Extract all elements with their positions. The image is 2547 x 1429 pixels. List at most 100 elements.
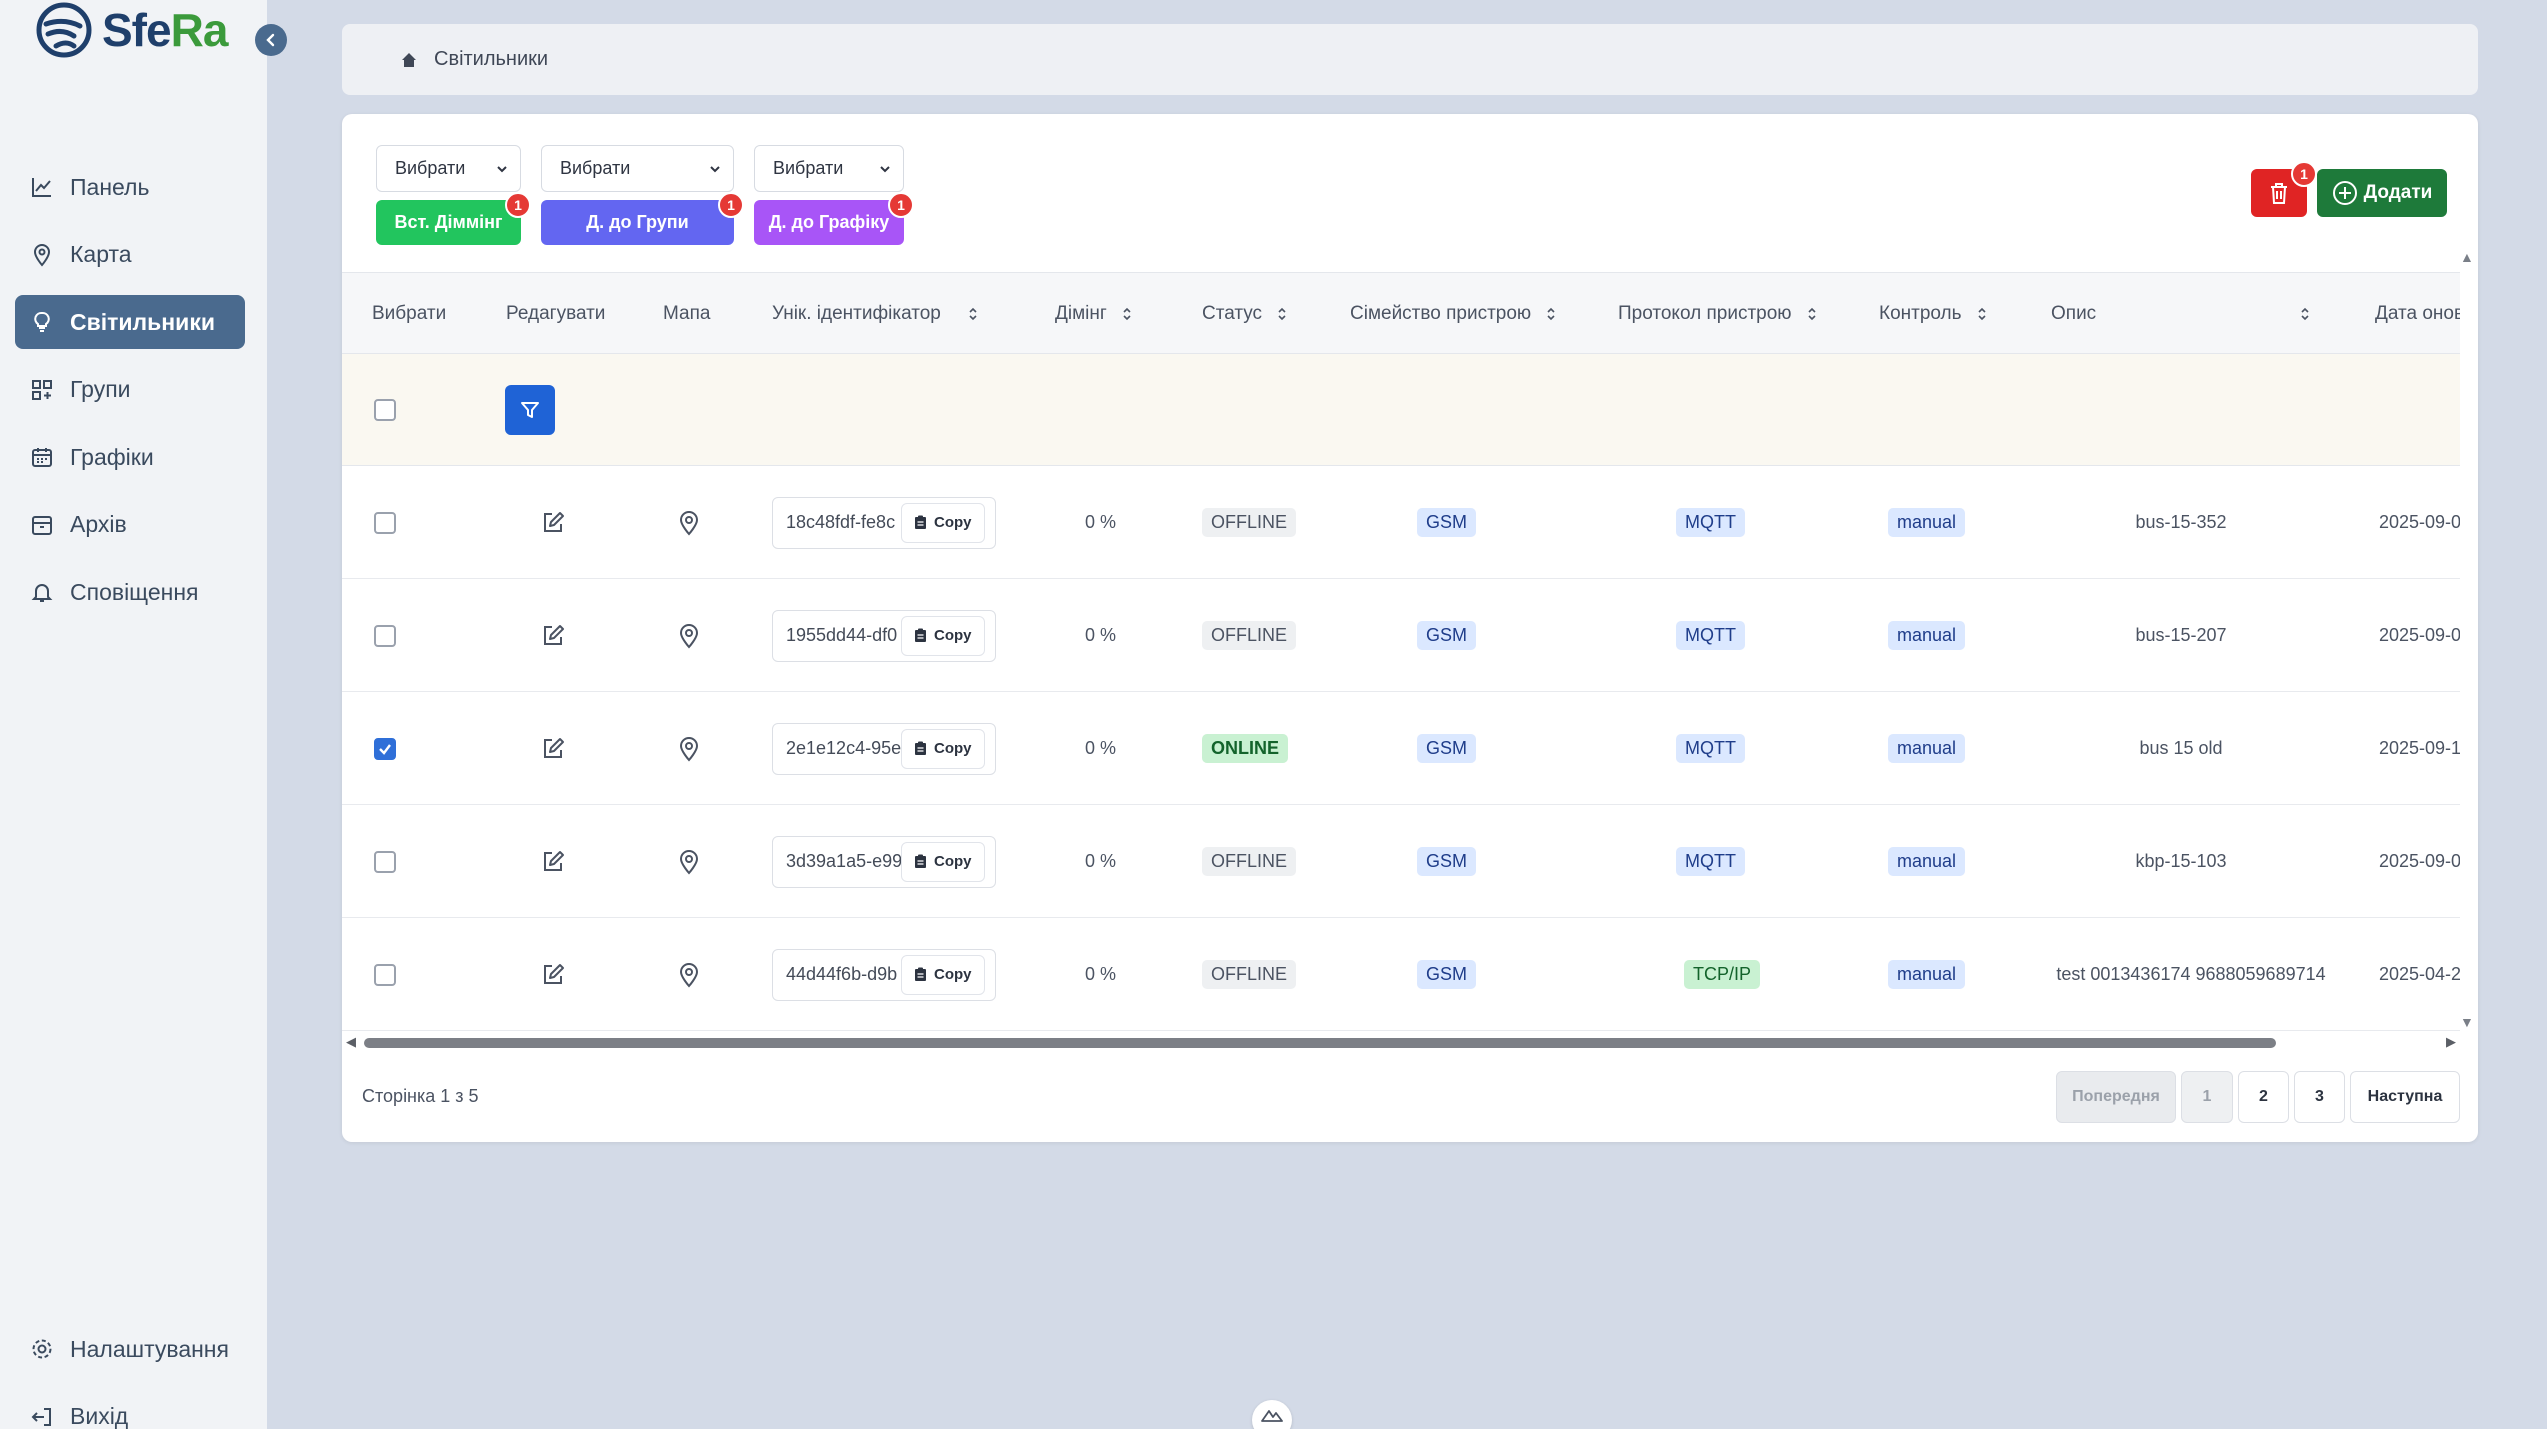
sort-icon[interactable] [2299, 306, 2311, 322]
uid-cell: 3d39a1a5-e99 Copy [772, 805, 996, 918]
copy-button[interactable]: Copy [901, 615, 985, 656]
map-pin-icon[interactable] [676, 961, 702, 989]
brand-logo-icon [36, 2, 92, 58]
next-page-button[interactable]: Наступна [2350, 1071, 2460, 1123]
add-to-schedule-label: Д. до Графіку [768, 212, 890, 232]
copy-label: Copy [934, 853, 972, 870]
row-checkbox[interactable] [374, 737, 396, 760]
header-label: Редагувати [506, 303, 606, 324]
sort-icon[interactable] [1545, 306, 1557, 322]
copy-button[interactable]: Copy [901, 954, 985, 995]
sidebar-item-panel[interactable]: Панель [15, 160, 245, 214]
sort-icon[interactable] [967, 306, 979, 322]
vertical-scroll-down-arrow[interactable]: ▼ [2460, 1014, 2474, 1030]
edit-icon[interactable] [540, 736, 566, 762]
row-checkbox[interactable] [374, 511, 396, 534]
header-family[interactable]: Сімейство пристрою [1350, 273, 1557, 355]
sidebar-item-schedules[interactable]: Графіки [15, 430, 245, 484]
row-checkbox[interactable] [374, 850, 396, 873]
page-button-2[interactable]: 2 [2238, 1071, 2289, 1123]
updated-cell: 2025-09-1 [2379, 692, 2460, 805]
dimming-select[interactable]: Вибрати [376, 145, 521, 192]
sidebar-item-label: Карта [70, 241, 132, 267]
header-uid[interactable]: Унік. ідентифікатор [772, 273, 979, 355]
row-select-cell [374, 692, 396, 805]
clipboard-icon [915, 741, 926, 755]
add-button[interactable]: Додати [2317, 169, 2447, 217]
sort-icon[interactable] [1976, 306, 1988, 322]
header-dimming[interactable]: Дімінг [1055, 273, 1133, 355]
sidebar-item-map[interactable]: Карта [15, 228, 245, 282]
edit-icon[interactable] [540, 962, 566, 988]
map-pin-icon[interactable] [676, 848, 702, 876]
set-dimming-button[interactable]: Вст. Діммінг 1 [376, 192, 531, 245]
uid-text: 1955dd44-df0 [786, 625, 898, 645]
map-pin-icon[interactable] [676, 735, 702, 763]
page-info: Сторінка 1 з 5 [362, 1086, 479, 1106]
prev-page-button[interactable]: Попередня [2056, 1071, 2176, 1123]
copy-button[interactable]: Copy [901, 502, 985, 543]
selected-count-badge: 1 [718, 192, 744, 218]
sidebar-collapse-button[interactable] [255, 24, 287, 56]
header-updated[interactable]: Дата оновлення [2375, 273, 2460, 355]
copy-button[interactable]: Copy [901, 728, 985, 769]
devtools-button[interactable] [1252, 1400, 1292, 1429]
sort-icon[interactable] [1806, 306, 1818, 322]
home-icon[interactable] [400, 51, 418, 69]
protocol-badge: MQTT [1676, 621, 1745, 650]
select-all-checkbox[interactable] [374, 399, 396, 421]
uid-text: 18c48fdf-fe8c [786, 512, 896, 532]
edit-icon[interactable] [540, 623, 566, 649]
control-badge: manual [1888, 621, 1966, 650]
map-pin-icon[interactable] [676, 622, 702, 650]
edit-icon[interactable] [540, 510, 566, 536]
updated-text: 2025-09-0 [2379, 512, 2460, 532]
sidebar-item-groups[interactable]: Групи [15, 363, 245, 417]
row-checkbox[interactable] [374, 624, 396, 647]
sidebar-item-settings[interactable]: Налаштування [15, 1322, 245, 1376]
sidebar-item-logout[interactable]: Вихід [15, 1390, 245, 1429]
brand-logo[interactable]: SfeRa [34, 0, 228, 60]
header-map: Мапа [663, 273, 710, 355]
add-to-group-button[interactable]: Д. до Групи 1 [541, 192, 744, 245]
edit-icon[interactable] [540, 849, 566, 875]
page-button-3[interactable]: 3 [2294, 1071, 2345, 1123]
header-protocol[interactable]: Протокол пристрою [1618, 273, 1818, 355]
status-badge: OFFLINE [1202, 508, 1297, 537]
page-button-1[interactable]: 1 [2181, 1071, 2233, 1123]
sidebar-item-notifications[interactable]: Сповіщення [15, 565, 245, 619]
delete-button[interactable]: 1 [2251, 161, 2317, 217]
set-dimming-label: Вст. Діммінг [394, 212, 503, 232]
uid-box: 2e1e12c4-95e Copy [772, 722, 996, 775]
sidebar-item-label: Панель [70, 173, 150, 200]
sidebar-item-label: Налаштування [70, 1335, 229, 1362]
copy-button[interactable]: Copy [901, 841, 985, 882]
protocol-cell: MQTT [1676, 692, 1745, 805]
add-to-schedule-button[interactable]: Д. до Графіку 1 [754, 192, 914, 245]
group-select[interactable]: Вибрати [541, 145, 734, 192]
horizontal-scrollbar[interactable]: ◀ ▶ [346, 1032, 2456, 1052]
sidebar-item-luminaires[interactable]: Світильники [15, 295, 245, 349]
header-description[interactable]: Опис [2051, 273, 2311, 355]
sort-icon[interactable] [1276, 306, 1288, 322]
header-status[interactable]: Статус [1202, 273, 1288, 355]
header-label: Протокол пристрою [1618, 303, 1792, 324]
sidebar-item-archive[interactable]: Архів [15, 498, 245, 552]
header-label: Дата оновлення [2375, 303, 2460, 324]
family-cell: GSM [1417, 466, 1477, 579]
map-pin-icon[interactable] [676, 509, 702, 537]
filter-button[interactable] [505, 385, 555, 435]
row-checkbox[interactable] [374, 963, 396, 986]
table-row: 3d39a1a5-e99 Copy 0 % OFFLINE GSM MQTT ma… [342, 805, 2460, 918]
dimming-value: 0 % [1085, 625, 1117, 645]
vertical-scroll-up-arrow[interactable]: ▲ [2460, 249, 2474, 265]
schedule-select[interactable]: Вибрати [754, 145, 904, 192]
sort-icon[interactable] [1121, 306, 1133, 322]
scroll-right-arrow[interactable]: ▶ [2446, 1034, 2456, 1050]
header-control[interactable]: Контроль [1879, 273, 1988, 355]
horizontal-scroll-thumb[interactable] [364, 1038, 2276, 1048]
scroll-left-arrow[interactable]: ◀ [346, 1034, 356, 1050]
dimming-value: 0 % [1085, 738, 1117, 758]
header-label: Дімінг [1055, 303, 1107, 324]
protocol-badge: MQTT [1676, 847, 1745, 876]
